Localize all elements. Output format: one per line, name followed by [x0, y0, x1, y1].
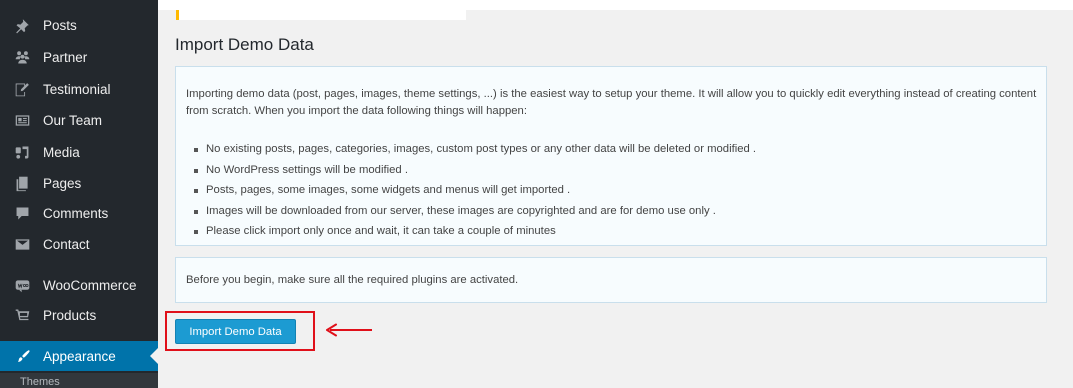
import-demo-data-button[interactable]: Import Demo Data: [175, 319, 296, 344]
admin-sidebar: Posts Partner Testimonial Our Team Media…: [0, 0, 158, 388]
sidebar-item-label: Posts: [43, 17, 77, 33]
id-card-icon: [12, 111, 32, 129]
sidebar-item-label: Comments: [43, 205, 109, 221]
requirements-panel: Before you begin, make sure all the requ…: [175, 257, 1047, 303]
info-bullet-list: No existing posts, pages, categories, im…: [193, 139, 756, 242]
page-title: Import Demo Data: [175, 35, 314, 54]
sidebar-item-products[interactable]: Products: [0, 300, 158, 330]
groups-icon: [12, 48, 32, 66]
list-item: Posts, pages, some images, some widgets …: [193, 180, 756, 201]
sidebar-item-our-team[interactable]: Our Team: [0, 105, 158, 135]
woocommerce-icon: [12, 276, 32, 294]
sidebar-item-contact[interactable]: Contact: [0, 229, 158, 259]
sidebar-item-pages[interactable]: Pages: [0, 168, 158, 198]
pushpin-icon: [12, 16, 32, 34]
sidebar-item-posts[interactable]: Posts: [0, 10, 158, 40]
sidebar-item-media[interactable]: Media: [0, 137, 158, 167]
sidebar-item-woocommerce[interactable]: WooCommerce: [0, 270, 158, 300]
sidebar-item-testimonial[interactable]: Testimonial: [0, 74, 158, 104]
submenu-peek: Themes: [0, 373, 158, 388]
sidebar-item-label: Our Team: [43, 112, 103, 128]
sidebar-item-appearance[interactable]: Appearance: [0, 341, 158, 371]
sidebar-item-label: Appearance: [43, 348, 116, 364]
list-item: Images will be downloaded from our serve…: [193, 201, 756, 222]
sidebar-item-label: WooCommerce: [43, 277, 137, 293]
sidebar-item-comments[interactable]: Comments: [0, 198, 158, 228]
edit-page-icon: [12, 80, 32, 98]
sidebar-item-label: Products: [43, 307, 97, 323]
notice-accent: [176, 10, 179, 20]
list-item: No existing posts, pages, categories, im…: [193, 139, 756, 160]
paintbrush-icon: [12, 347, 32, 365]
active-indicator: [150, 348, 158, 364]
arrow-left-icon: [326, 323, 372, 337]
list-item: No WordPress settings will be modified .: [193, 160, 756, 181]
sidebar-item-label: Testimonial: [43, 81, 111, 97]
media-icon: [12, 143, 32, 161]
sidebar-item-label: Media: [43, 144, 80, 160]
list-item: Please click import only once and wait, …: [193, 221, 756, 242]
info-intro-text: Importing demo data (post, pages, images…: [186, 88, 1037, 117]
requirements-text: Before you begin, make sure all the requ…: [186, 274, 519, 286]
sidebar-item-label: Contact: [43, 236, 90, 252]
sidebar-item-label: Partner: [43, 49, 88, 65]
submenu-item-themes[interactable]: Themes: [20, 374, 60, 388]
sidebar-item-partner[interactable]: Partner: [0, 42, 158, 72]
envelope-icon: [12, 235, 32, 253]
comment-icon: [12, 204, 32, 222]
info-panel: Importing demo data (post, pages, images…: [175, 66, 1047, 246]
sidebar-item-label: Pages: [43, 175, 82, 191]
pages-icon: [12, 174, 32, 192]
cart-icon: [12, 306, 32, 324]
main-content: Import Demo Data Importing demo data (po…: [158, 10, 1073, 388]
notice-box-top: [176, 10, 466, 20]
